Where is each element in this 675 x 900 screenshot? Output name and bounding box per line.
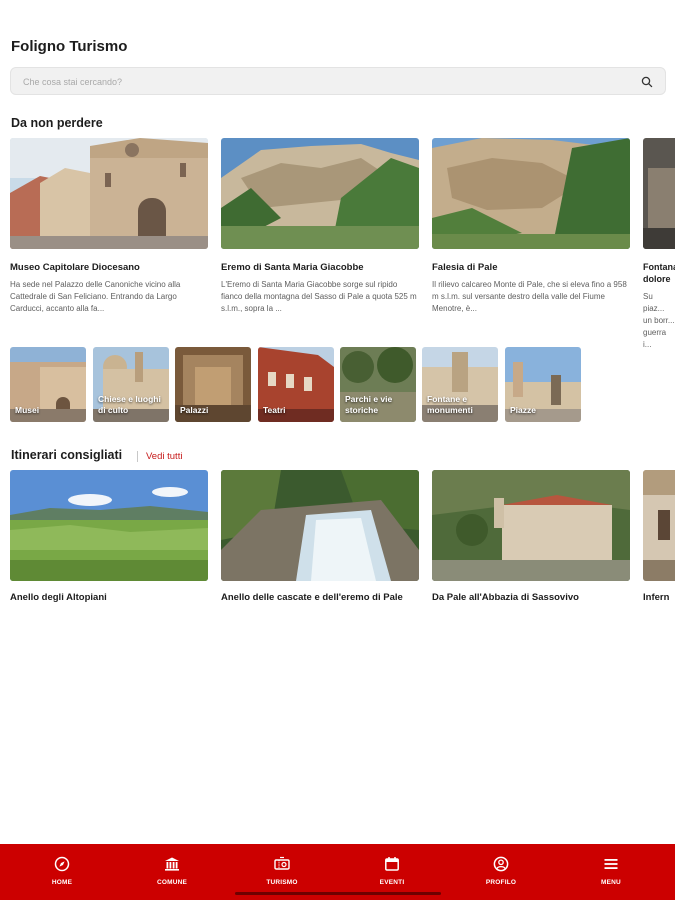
card-image	[643, 138, 675, 249]
search-input[interactable]	[23, 73, 623, 90]
itineraries-section-title: Itinerari consigliati	[11, 448, 123, 462]
nav-item-menu[interactable]: MENU	[576, 844, 646, 900]
featured-card[interactable]: Museo Capitolare Diocesano Ha sede nel P…	[10, 138, 208, 315]
nav-label: HOME	[51, 879, 73, 886]
card-description: Su piaz... un borr... guerra i...	[643, 292, 675, 350]
category-tile-teatri[interactable]: Teatri	[258, 347, 334, 422]
itinerary-card[interactable]: Anello degli Altopiani	[10, 470, 208, 603]
category-tile-fontane[interactable]: Fontane e monumenti	[422, 347, 498, 422]
hamburger-icon	[604, 859, 618, 869]
category-label: Parchi e vie storiche	[345, 393, 393, 415]
category-label: Palazzi	[180, 404, 209, 415]
card-image	[432, 138, 630, 249]
user-circle-icon	[493, 856, 509, 872]
featured-card[interactable]: Eremo di Santa Maria Giacobbe L'Eremo di…	[221, 138, 419, 315]
category-label: Piazze	[510, 404, 536, 415]
featured-section-title: Da non perdere	[11, 116, 103, 130]
itinerary-card[interactable]: Infern	[643, 470, 675, 603]
nav-label: PROFILO	[485, 879, 517, 886]
category-label: Musei	[15, 404, 40, 415]
card-image	[643, 470, 675, 581]
category-tile-parchi[interactable]: Parchi e vie storiche	[340, 347, 416, 422]
nav-item-profilo[interactable]: PROFILO	[466, 844, 536, 900]
card-title: Eremo di Santa Maria Giacobbe	[221, 262, 364, 273]
category-label: Chiese e luoghi di culto	[98, 393, 161, 415]
nav-label: EVENTI	[379, 879, 405, 886]
nav-item-comune[interactable]: COMUNE	[137, 844, 207, 900]
featured-card[interactable]: Falesia di Pale Il rilievo calcareo Mont…	[432, 138, 630, 315]
card-image	[10, 138, 208, 249]
search-icon[interactable]	[641, 76, 653, 88]
page-title: Foligno Turismo	[11, 38, 128, 55]
card-image	[432, 470, 630, 581]
card-image	[221, 138, 419, 249]
nav-label: MENU	[601, 879, 621, 886]
category-tile-palazzi[interactable]: Palazzi	[175, 347, 251, 422]
compass-icon	[54, 856, 70, 872]
card-title: Fontana dolore	[643, 262, 675, 284]
card-title: Falesia di Pale	[432, 262, 498, 273]
search-bar[interactable]	[10, 67, 666, 95]
itinerary-card[interactable]: Anello delle cascate e dell'eremo di Pal…	[221, 470, 419, 603]
category-tile-musei[interactable]: Musei	[10, 347, 86, 422]
featured-card[interactable]: Fontana dolore Su piaz... un borr... gue…	[643, 138, 675, 351]
card-image	[10, 470, 208, 581]
see-all-divider	[137, 451, 138, 462]
card-title: Infern	[643, 592, 670, 603]
category-tile-chiese[interactable]: Chiese e luoghi di culto	[93, 347, 169, 422]
card-title: Museo Capitolare Diocesano	[10, 262, 140, 273]
category-label: Fontane e monumenti	[427, 393, 473, 415]
card-title: Anello delle cascate e dell'eremo di Pal…	[221, 592, 403, 603]
nav-item-home[interactable]: HOME	[27, 844, 97, 900]
card-description: L'Eremo di Santa Maria Giacobbe sorge su…	[221, 280, 417, 314]
category-tile-piazze[interactable]: Piazze	[505, 347, 581, 422]
card-title: Da Pale all'Abbazia di Sassovivo	[432, 592, 579, 603]
nav-label: COMUNE	[156, 879, 188, 886]
itinerary-card[interactable]: Da Pale all'Abbazia di Sassovivo	[432, 470, 630, 603]
calendar-icon	[385, 857, 399, 871]
category-label: Teatri	[263, 404, 286, 415]
home-indicator	[235, 892, 441, 895]
ticket-icon	[274, 856, 290, 870]
see-all-link[interactable]: Vedi tutti	[146, 451, 182, 462]
town-hall-icon	[165, 857, 179, 871]
card-title: Anello degli Altopiani	[10, 592, 107, 603]
nav-label: TURISMO	[266, 879, 298, 886]
card-description: Ha sede nel Palazzo delle Canoniche vici…	[10, 280, 181, 314]
card-image	[221, 470, 419, 581]
card-description: Il rilievo calcareo Monte di Pale, che s…	[432, 280, 627, 314]
